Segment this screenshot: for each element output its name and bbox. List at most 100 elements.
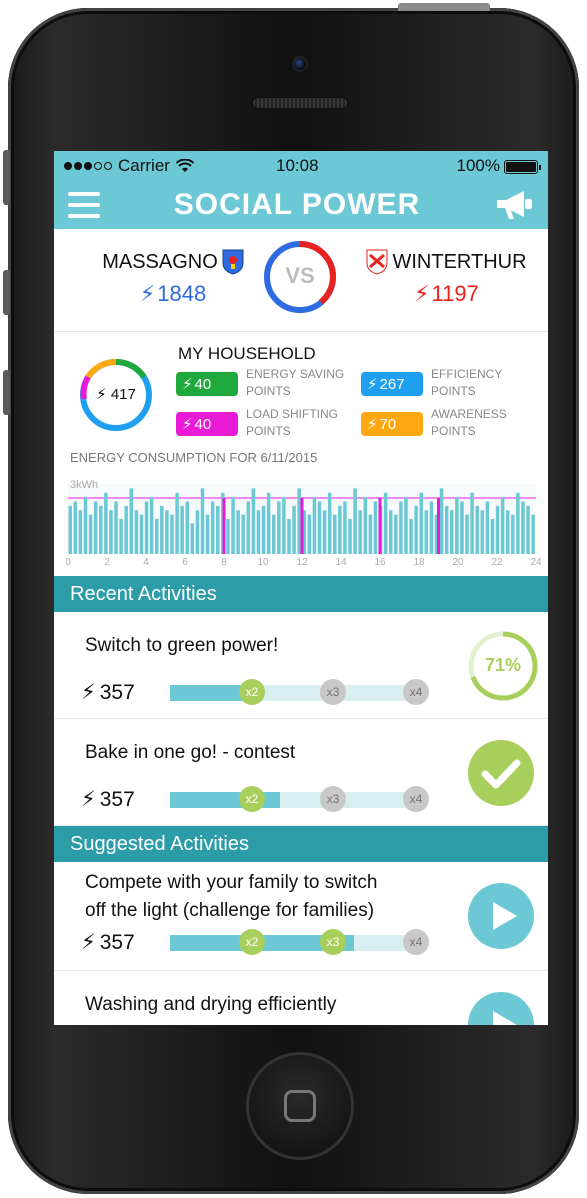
chart-bar [154, 519, 159, 554]
chart-bar [124, 505, 128, 554]
efficiency-badge[interactable]: ⚡ 267 [361, 372, 423, 396]
energy-saving-value: 40 [194, 375, 212, 393]
energy-saving-badge[interactable]: ⚡ 40 [176, 372, 238, 396]
chart-bar [368, 514, 373, 554]
team-left-name: MASSAGNO [102, 250, 218, 273]
home-button[interactable] [246, 1052, 354, 1160]
battery-icon [504, 159, 541, 174]
awareness-value: 70 [379, 415, 397, 433]
chart-bar [394, 514, 398, 554]
lightning-icon: ⚡ [96, 386, 107, 403]
chart-bar [277, 501, 281, 554]
chart-bar [210, 501, 215, 554]
chart-bar [424, 510, 429, 554]
chart-bar [399, 501, 403, 554]
chart-x-tick: 8 [221, 557, 227, 566]
volume-down-button [3, 370, 10, 415]
progress-ring: 71% [467, 630, 538, 701]
play-button[interactable] [467, 991, 537, 1025]
chart-bar [338, 505, 342, 554]
menu-icon[interactable] [68, 192, 100, 218]
team-left-points: 1848 [157, 281, 207, 306]
chart-bar [246, 501, 251, 554]
chart-x-tick: 0 [66, 557, 71, 566]
load-shifting-value: 40 [194, 415, 212, 433]
chart-highlight-bar [222, 498, 226, 554]
versus-panel: MASSAGNO ⚡ 1848 VS WINTERTHUR ⚡ 1197 [54, 229, 548, 332]
lightning-icon: ⚡ [414, 281, 430, 306]
activity-item[interactable]: Compete with your family to switch off t… [54, 862, 548, 971]
chart-bar [114, 501, 118, 554]
chart-bar [266, 492, 271, 554]
chart-bar [521, 501, 525, 554]
vs-label: VS [285, 263, 315, 288]
chart-bar [409, 519, 413, 554]
team-left[interactable]: MASSAGNO ⚡ 1848 [98, 249, 248, 307]
chart-highlight-bar [378, 498, 382, 554]
chart-bar [226, 519, 230, 554]
awareness-label: AWARENESS POINTS [431, 407, 507, 438]
lightning-icon: ⚡ [367, 376, 378, 393]
chart-bar [490, 519, 495, 554]
chart-bar [256, 510, 261, 554]
household-title: MY HOUSEHOLD [178, 344, 316, 363]
chart-bar [343, 501, 347, 554]
multiplier-x2: x2 [239, 786, 265, 812]
multiplier-x3: x3 [320, 786, 346, 812]
chart-bar [134, 510, 139, 554]
chart-highlight-bar [300, 498, 304, 554]
vs-ring: VS [263, 240, 337, 314]
activity-item[interactable]: Bake in one go! - contest ⚡ 357 x2 x3 x4 [54, 719, 548, 826]
mute-switch [3, 150, 10, 205]
chart-bar [358, 510, 362, 554]
lightning-icon: ⚡ [182, 416, 193, 433]
chart-x-tick: 14 [335, 557, 347, 566]
crest-icon [366, 249, 388, 275]
wifi-icon [175, 159, 194, 172]
chart-bar [205, 514, 210, 554]
awareness-badge[interactable]: ⚡ 70 [361, 412, 423, 436]
chart-ylabel: 3kWh [70, 479, 98, 491]
chart-x-tick: 16 [374, 557, 386, 566]
chart-bar [129, 488, 134, 554]
chart-bar [444, 505, 449, 554]
multiplier-x2: x2 [239, 679, 265, 705]
multiplier-progress: x2 x3 x4 [170, 679, 429, 705]
load-shifting-badge[interactable]: ⚡ 40 [176, 412, 238, 436]
chart-bar [388, 510, 393, 554]
activity-item[interactable]: Washing and drying efficiently [54, 971, 548, 1025]
chart-x-tick: 20 [452, 557, 464, 566]
front-camera [292, 56, 308, 72]
chart-bar [88, 514, 93, 554]
chart-bar [165, 510, 169, 554]
chart-bar [271, 514, 276, 554]
lightning-icon: ⚡ [81, 931, 96, 954]
chart-bar [185, 501, 189, 554]
crest-icon [222, 249, 244, 275]
chart-bar [353, 488, 357, 554]
chart-bar [348, 519, 352, 554]
activity-points: 357 [99, 680, 135, 704]
megaphone-icon[interactable] [494, 188, 534, 222]
power-button [398, 3, 490, 11]
chart-bar [175, 492, 179, 554]
activity-item[interactable]: Switch to green power! ⚡ 357 x2 x3 x4 71% [54, 612, 548, 719]
chart-bar [404, 497, 408, 554]
team-right[interactable]: WINTERTHUR ⚡ 1197 [359, 249, 534, 307]
lightning-icon: ⚡ [367, 416, 378, 433]
chart-x-tick: 6 [182, 557, 188, 566]
activity-title: Washing and drying efficiently [85, 994, 337, 1015]
chart-x-tick: 22 [491, 557, 503, 566]
chart-bar [93, 501, 98, 554]
chart-bar [307, 514, 312, 554]
chart-bar [516, 492, 520, 554]
chart-bar [297, 488, 301, 554]
check-icon [467, 739, 537, 809]
multiplier-x4: x4 [403, 679, 429, 705]
chart-bar [104, 492, 108, 554]
nav-bar: SOCIAL POWER [54, 181, 548, 229]
chart-bar [455, 497, 459, 554]
play-button[interactable] [467, 882, 537, 952]
chart-bar [526, 505, 530, 554]
chart-bar [475, 505, 479, 554]
